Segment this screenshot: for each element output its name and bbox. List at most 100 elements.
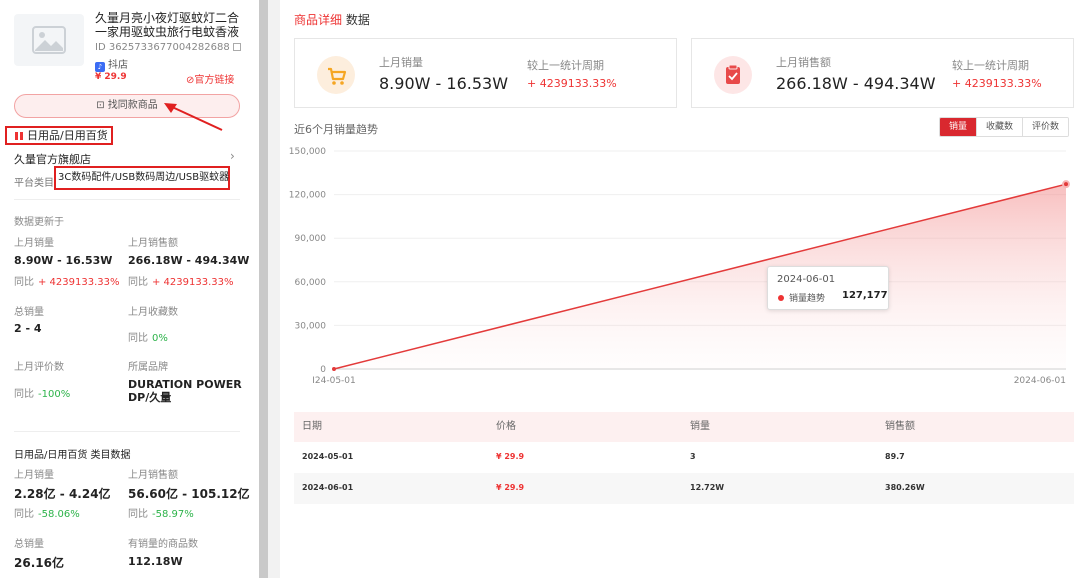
column-header-sales: 销量 [690, 421, 710, 432]
cell-sales: 3 [690, 452, 696, 461]
last-month-reviews-label: 上月评价数 [14, 362, 64, 373]
column-header-revenue: 销售额 [885, 421, 915, 432]
trend-title: 近6个月销量趋势 [294, 123, 378, 136]
table-row: 2024-06-01 ¥ 29.9 12.72W 380.26W [294, 473, 1074, 504]
updated-label: 数据更新于 [14, 217, 64, 228]
column-header-date: 日期 [302, 421, 322, 432]
category-text: 日用品/日用百货 [27, 129, 108, 142]
tooltip-value: 127,177 [842, 290, 888, 301]
scan-icon: ⊡ [96, 100, 108, 111]
copy-icon[interactable] [232, 43, 241, 51]
category-tag[interactable]: 日用品/日用百货 [5, 126, 113, 145]
sales-trend-chart[interactable]: 0 30,000 60,000 90,000 120,000 150,000 I24-05-… [280, 140, 1080, 390]
last-month-sales: 8.90W - 16.53W [14, 254, 113, 267]
cat-revenue: 56.60亿 - 105.12亿 [128, 487, 250, 501]
revenue-card: 上月销售额 266.18W - 494.34W 较上一统计周期 + 423913… [691, 38, 1074, 108]
last-month-revenue: 266.18W - 494.34W [128, 254, 250, 267]
tab-reviews[interactable]: 评价数 [1022, 118, 1069, 136]
cmp-label: 同比 [14, 509, 34, 520]
total-sales: 2 - 4 [14, 322, 42, 335]
revenue-card-cmp-label: 较上一统计周期 [952, 59, 1029, 72]
category-stats-title: 日用品/日用百货 类目数据 [14, 450, 131, 461]
y-tick-label: 30,000 [295, 321, 327, 331]
cat-total-sales: 26.16亿 [14, 556, 64, 570]
revenue-card-cmp: + 4239133.33% [952, 77, 1042, 90]
cmp-value: -58.97% [152, 509, 194, 520]
cmp-label: 同比 [128, 333, 148, 344]
product-info-panel: 久量月亮小夜灯驱蚊灯二合一家用驱蚊虫旅行电蚊香液 ID 362573367700… [0, 0, 255, 578]
cart-icon [317, 56, 355, 94]
data-point[interactable] [332, 366, 336, 371]
cmp-label: 同比 [128, 277, 148, 288]
breadcrumb-link[interactable]: 商品详细 [294, 13, 342, 27]
last-month-reviews-cmp: 同比 -100% [14, 385, 70, 400]
tooltip-date: 2024-06-01 [777, 274, 836, 285]
y-tick-label: 0 [320, 365, 326, 375]
divider [14, 431, 240, 432]
y-tick-label: 60,000 [295, 278, 327, 288]
last-month-fav-label: 上月收藏数 [128, 307, 178, 318]
product-title: 久量月亮小夜灯驱蚊灯二合一家用驱蚊虫旅行电蚊香液 [95, 11, 240, 39]
cat-sales-cmp: 同比 -58.06% [14, 505, 80, 520]
last-month-revenue-label: 上月销售额 [128, 238, 178, 249]
table-header: 日期 价格 销量 销售额 [294, 412, 1074, 442]
product-thumbnail[interactable] [14, 14, 84, 66]
product-price: ¥ 29.9 [95, 72, 127, 82]
cell-date: 2024-06-01 [302, 483, 354, 492]
detail-panel: 商品详细 数据 上月销量 8.90W - 16.53W 较上一统计周期 + 42… [280, 0, 1080, 578]
douyin-icon: ♪ [95, 62, 105, 72]
tab-sales[interactable]: 销量 [940, 118, 977, 136]
product-id: ID 3625733677004282688 [95, 42, 241, 53]
last-month-fav-cmp: 同比 0% [128, 329, 168, 344]
series-dot [778, 295, 784, 301]
platform-category: 3C数码配件/USB数码周边/USB驱蚊器 [54, 166, 230, 190]
app-root: 久量月亮小夜灯驱蚊灯二合一家用驱蚊虫旅行电蚊香液 ID 362573367700… [0, 0, 1080, 578]
cmp-label: 同比 [14, 277, 34, 288]
breadcrumb-current: 数据 [345, 13, 370, 27]
breadcrumb: 商品详细 数据 [294, 11, 370, 28]
annotation-arrow [164, 103, 223, 131]
table-row: 2024-05-01 ¥ 29.9 3 89.7 [294, 442, 1074, 473]
brand-label: 所属品牌 [128, 362, 168, 373]
platform-category-label: 平台类目 [14, 178, 54, 189]
column-header-price: 价格 [496, 421, 516, 432]
cmp-value: -58.06% [38, 509, 80, 520]
official-link-text[interactable]: 官方链接 [194, 75, 234, 86]
store-name[interactable]: 久量官方旗舰店 [14, 151, 91, 167]
x-tick-label: I24-05-01 [312, 376, 356, 386]
total-sales-label: 总销量 [14, 307, 44, 318]
cmp-value: + 4239133.33% [152, 277, 234, 288]
cell-price: ¥ 29.9 [496, 452, 525, 461]
cell-date: 2024-05-01 [302, 452, 354, 461]
cmp-label: 同比 [14, 389, 34, 400]
sales-card: 上月销量 8.90W - 16.53W 较上一统计周期 + 4239133.33… [294, 38, 677, 108]
tab-favorites[interactable]: 收藏数 [976, 118, 1023, 136]
grid-icon [15, 132, 23, 140]
tooltip-series: 销量趋势 [789, 294, 826, 304]
cat-sales-label: 上月销量 [14, 470, 54, 481]
revenue-card-label: 上月销售额 [776, 56, 831, 69]
cell-revenue: 380.26W [885, 483, 925, 492]
y-tick-label: 150,000 [289, 147, 326, 157]
scrollbar-thumb[interactable] [259, 0, 268, 578]
cmp-label: 同比 [128, 509, 148, 520]
trend-tabs: 销量 收藏数 评价数 [939, 117, 1070, 137]
divider [14, 199, 240, 200]
official-link[interactable]: ⊘官方链接 [186, 71, 234, 86]
cmp-value: -100% [38, 389, 71, 400]
last-month-sales-cmp: 同比 + 4239133.33% [14, 273, 120, 288]
cat-sales: 2.28亿 - 4.24亿 [14, 487, 111, 501]
data-point[interactable] [1064, 182, 1068, 187]
last-month-sales-label: 上月销量 [14, 238, 54, 249]
cat-total-sales-label: 总销量 [14, 539, 44, 550]
cmp-value: + 4239133.33% [38, 277, 120, 288]
cat-revenue-cmp: 同比 -58.97% [128, 505, 194, 520]
find-same-product-label: 找同款商品 [107, 100, 158, 111]
y-tick-label: 120,000 [289, 191, 326, 201]
cmp-value: 0% [152, 333, 168, 344]
scrollbar-track[interactable] [268, 0, 280, 578]
sales-card-cmp-label: 较上一统计周期 [527, 59, 604, 72]
chevron-right-icon[interactable]: › [230, 149, 235, 163]
last-month-revenue-cmp: 同比 + 4239133.33% [128, 273, 234, 288]
cell-sales: 12.72W [690, 483, 725, 492]
